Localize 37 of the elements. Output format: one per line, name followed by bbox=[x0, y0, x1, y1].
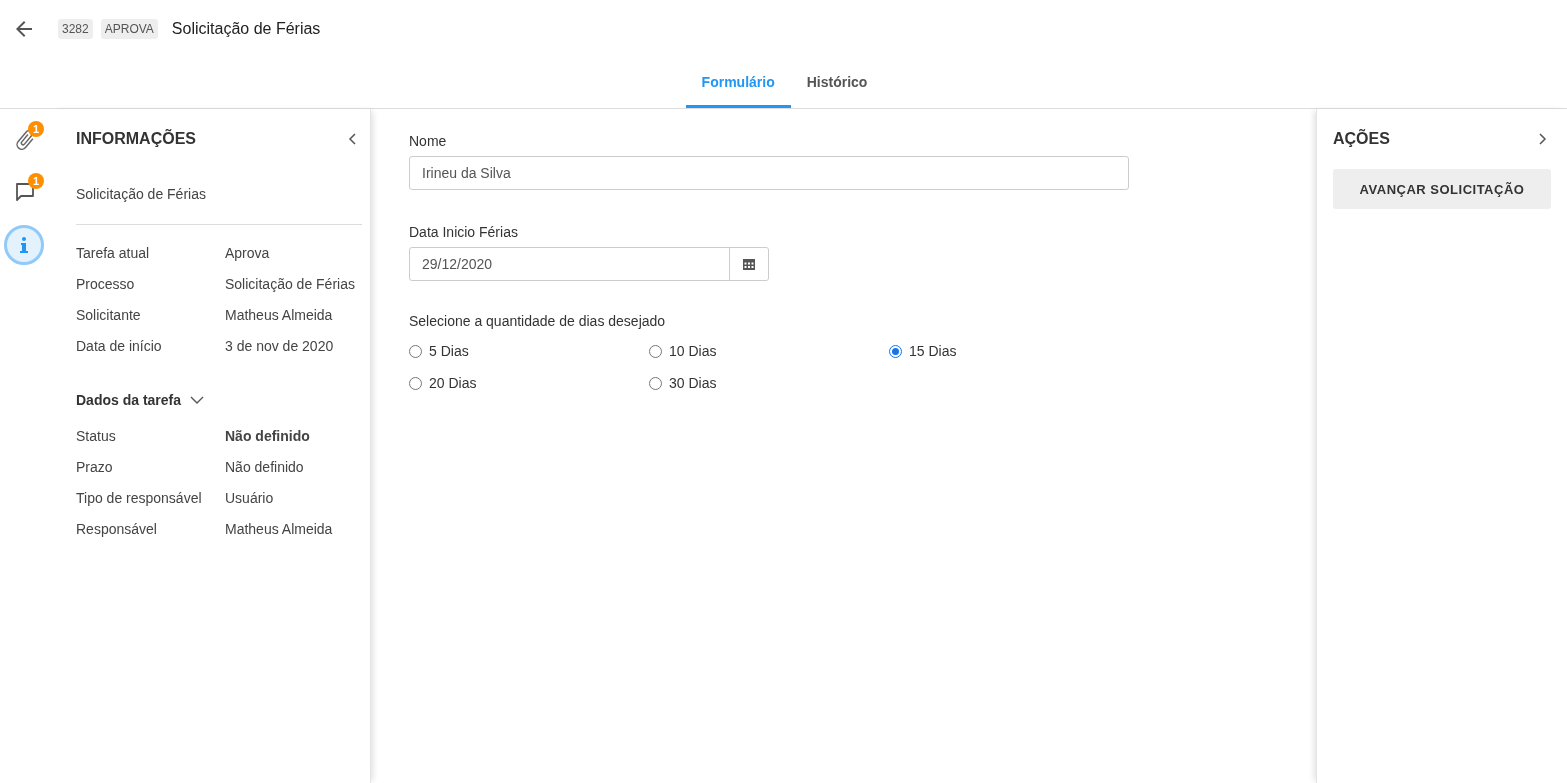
info-value: 3 de nov de 2020 bbox=[225, 338, 335, 354]
info-value: Não definido bbox=[225, 428, 311, 444]
task-tag: APROVA bbox=[100, 19, 158, 39]
question-label: Selecione a quantidade de dias desejado bbox=[409, 313, 667, 329]
info-value: Aprova bbox=[225, 245, 271, 261]
info-value: Não definido bbox=[225, 459, 305, 475]
radio-option[interactable]: 10 Dias bbox=[649, 343, 889, 359]
field-label: Nome bbox=[409, 133, 448, 149]
info-value: Usuário bbox=[225, 490, 275, 506]
section-title: Dados da tarefa bbox=[76, 392, 182, 408]
process-name: Solicitação de Férias bbox=[76, 169, 362, 225]
name-field[interactable]: Irineu da Silva bbox=[409, 156, 1129, 190]
info-label: Tarefa atual bbox=[76, 245, 151, 261]
count-badge: 1 bbox=[28, 173, 44, 189]
radio-option[interactable]: 30 Dias bbox=[649, 375, 889, 391]
advance-button[interactable]: AVANÇAR SOLICITAÇÃO bbox=[1333, 169, 1551, 209]
info-value: Matheus Almeida bbox=[225, 307, 334, 323]
info-label: Responsável bbox=[76, 521, 158, 537]
info-label: Status bbox=[76, 428, 117, 444]
tab[interactable]: Histórico bbox=[790, 58, 884, 108]
info-label: Data de início bbox=[76, 338, 163, 354]
info-value: Solicitação de Férias bbox=[225, 276, 356, 292]
id-tag: 3282 bbox=[58, 19, 93, 39]
info-label: Processo bbox=[76, 276, 136, 292]
field-label: Data Inicio Férias bbox=[409, 224, 519, 240]
count-badge: 1 bbox=[28, 121, 44, 137]
radio-option[interactable]: 5 Dias bbox=[409, 343, 649, 359]
info-value: Matheus Almeida bbox=[225, 521, 334, 537]
radio-option[interactable]: 15 Dias bbox=[889, 343, 1129, 359]
radio-option[interactable]: 20 Dias bbox=[409, 375, 649, 391]
panel-title: AÇÕES bbox=[1333, 130, 1390, 148]
info-label: Prazo bbox=[76, 459, 114, 475]
info-tab[interactable] bbox=[4, 225, 44, 265]
info-label: Tipo de responsável bbox=[76, 490, 203, 506]
panel-title: INFORMAÇÕES bbox=[76, 130, 196, 148]
info-label: Solicitante bbox=[76, 307, 142, 323]
page-title: Solicitação de Férias bbox=[171, 20, 321, 38]
